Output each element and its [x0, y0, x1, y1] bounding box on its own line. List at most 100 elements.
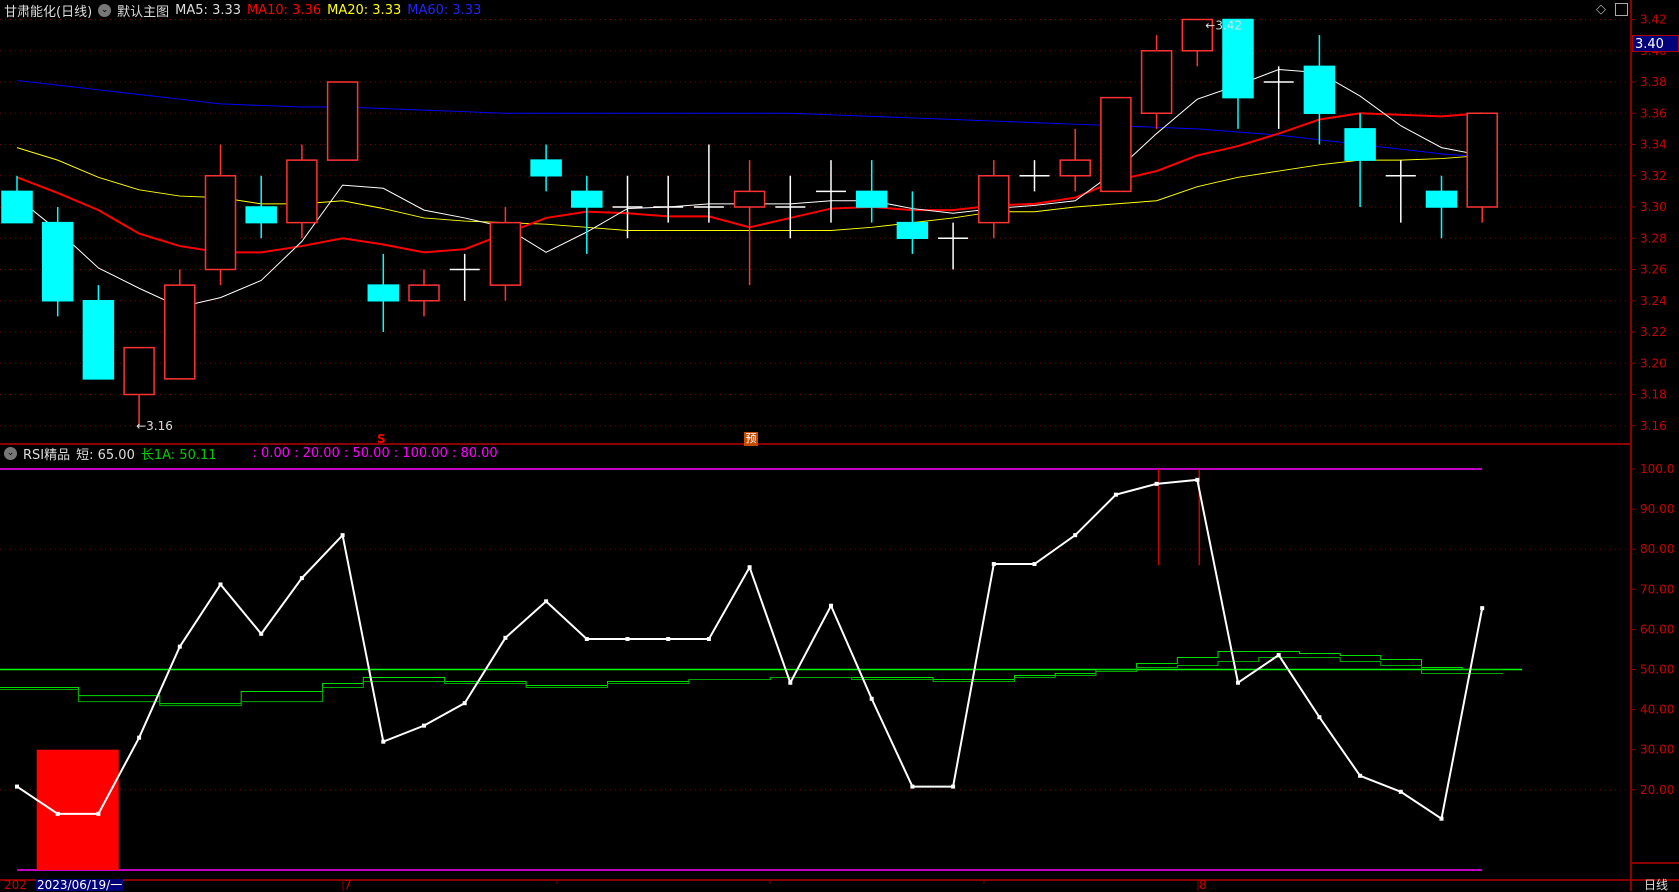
- candle-body: [571, 190, 603, 208]
- rsi-point: [96, 811, 101, 816]
- rsi-point: [1236, 680, 1240, 685]
- rsi-tick-label: 70.00: [1640, 582, 1674, 596]
- current-price-label: 3.40: [1632, 35, 1679, 52]
- rsi-point: [788, 680, 793, 685]
- period-label[interactable]: 日线: [1644, 879, 1668, 891]
- rsi-point: [299, 576, 304, 581]
- price-tick-label: 3.32: [1640, 169, 1667, 183]
- rsi-point: [991, 562, 996, 567]
- rsi-point: [218, 582, 223, 587]
- candle-body: [1466, 112, 1498, 208]
- rsi-short-value: 短: 65.00: [76, 447, 135, 463]
- rsi-tick-label: 100.0: [1640, 462, 1674, 476]
- rsi-point: [706, 637, 711, 642]
- rsi-signal-bar: [36, 749, 119, 870]
- selected-date: 2023/06/19/一: [36, 878, 124, 892]
- rsi-point: [340, 533, 345, 538]
- rsi-long-value: 长1A: 50.11: [140, 447, 217, 463]
- candle-body: [530, 159, 562, 177]
- candle-body: [733, 190, 766, 208]
- candle-body: [408, 284, 440, 302]
- rsi-point: [951, 784, 956, 789]
- candle-body: [286, 159, 318, 224]
- rsi-tick-label: 20.00: [1640, 783, 1674, 797]
- candle-body: [1, 190, 33, 224]
- ma60-value: MA60: 3.33: [407, 2, 482, 18]
- price-tick-label: 3.24: [1640, 294, 1667, 308]
- price-tick-label: 3.28: [1640, 231, 1667, 245]
- long-a-step-line: [0, 650, 1503, 705]
- price-tick-label: 3.18: [1640, 388, 1667, 402]
- rsi-point: [829, 603, 833, 608]
- candle-body: [367, 284, 400, 302]
- rsi-point: [503, 635, 508, 640]
- rsi-tick-label: 60.00: [1640, 622, 1674, 636]
- rsi-point: [462, 701, 467, 706]
- rsi-point: [584, 637, 589, 642]
- rsi-tick-label: 90.00: [1640, 502, 1674, 516]
- price-tick-label: 3.30: [1640, 200, 1667, 214]
- main-chart-header: 甘肃能化(日线) ⌄ 默认主图 MA5: 3.33 MA10: 3.36 MA2…: [4, 1, 482, 20]
- rsi-point: [544, 599, 549, 604]
- candle-body: [123, 346, 155, 396]
- rsi-point: [1439, 816, 1444, 821]
- long-b-step-line: [0, 656, 1503, 707]
- candle-body: [164, 284, 196, 380]
- candle-body: [1344, 128, 1376, 161]
- rsi-point: [1154, 481, 1159, 486]
- chevron-down-icon[interactable]: ⌄: [4, 446, 17, 460]
- candle-body: [855, 190, 888, 208]
- rsi-point: [1195, 477, 1200, 482]
- ma20-value: MA20: 3.33: [327, 2, 402, 18]
- rsi-point: [666, 637, 671, 642]
- forecast-marker[interactable]: 预: [744, 432, 758, 446]
- rsi-tick-label: 40.00: [1640, 703, 1674, 717]
- template-name[interactable]: 默认主图: [117, 1, 169, 20]
- rsi-point: [1276, 653, 1281, 658]
- candle-body: [489, 221, 522, 286]
- rsi-point: [1113, 492, 1118, 497]
- rsi-point: [1480, 606, 1485, 611]
- candle-body: [1059, 159, 1091, 177]
- candle-body: [978, 175, 1010, 224]
- rsi-point: [747, 565, 752, 570]
- candle-body: [1303, 65, 1336, 114]
- price-tick-label: 3.42: [1640, 13, 1667, 27]
- candle-body: [245, 206, 277, 224]
- rsi-point: [1398, 789, 1403, 794]
- price-tick-label: 3.34: [1640, 138, 1667, 152]
- rsi-tick-label: 50.00: [1640, 663, 1674, 677]
- rsi-tick-label: 80.00: [1640, 542, 1674, 556]
- rsi-point: [137, 735, 142, 740]
- rsi-point: [55, 811, 60, 816]
- chevron-down-icon[interactable]: ⌄: [98, 3, 112, 17]
- rsi-name[interactable]: RSI精品: [23, 444, 70, 463]
- ma10-value: MA10: 3.36: [247, 2, 322, 18]
- stock-title[interactable]: 甘肃能化(日线): [4, 1, 92, 20]
- price-tick-label: 3.36: [1640, 106, 1667, 120]
- candle-body: [1140, 50, 1173, 114]
- candle-body: [41, 221, 74, 302]
- date-prefix: 202: [4, 878, 27, 892]
- candle-body: [326, 81, 359, 161]
- month-label-8: 8: [1199, 878, 1207, 892]
- diamond-icon[interactable]: ◇: [1596, 2, 1606, 17]
- rsi-point: [15, 784, 19, 789]
- price-tick-label: 3.20: [1640, 356, 1667, 370]
- rsi-short-line: [16, 478, 1484, 821]
- rsi-point: [869, 696, 874, 701]
- rsi-point: [381, 739, 386, 744]
- ma60-line: [16, 79, 1483, 158]
- panel-toggle-icon[interactable]: [1615, 3, 1628, 16]
- rsi-point: [625, 637, 630, 642]
- price-tick-label: 3.16: [1640, 419, 1667, 433]
- high-annotation: ←3.42: [1205, 19, 1242, 33]
- rsi-header: ⌄ RSI精品 短: 65.00 长1A: 50.11 : 0.00 : 20.…: [4, 444, 498, 463]
- low-annotation: ←3.16: [136, 419, 173, 433]
- rsi-point: [259, 631, 264, 636]
- rsi-point: [177, 644, 182, 649]
- candle-body: [82, 300, 115, 380]
- ma5-value: MA5: 3.33: [175, 2, 242, 18]
- rsi-point: [910, 784, 915, 789]
- price-tick-label: 3.22: [1640, 325, 1667, 339]
